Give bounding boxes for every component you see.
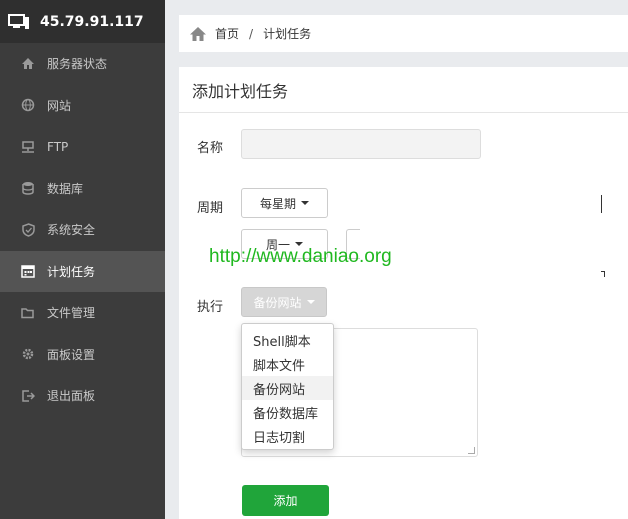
sidebar-item-label: 服务器状态 (47, 57, 108, 72)
add-task-panel: 添加计划任务 名称 周期 每星期 周一 执行 备份网站 Shell脚本 脚本文件… (179, 67, 628, 519)
name-label: 名称 (197, 141, 224, 156)
menu-item-backup-site[interactable]: 备份网站 (242, 376, 333, 400)
menu-item-shell-script[interactable]: Shell脚本 (242, 328, 333, 352)
database-icon (21, 181, 35, 195)
home-icon[interactable] (189, 26, 207, 42)
server-header: 45.79.91.117 (0, 0, 165, 43)
page-title: 添加计划任务 (179, 67, 628, 113)
period-dropdown[interactable]: 每星期 (241, 188, 328, 218)
sidebar-item-label: 数据库 (47, 181, 84, 196)
sidebar-item-label: 文件管理 (47, 306, 96, 321)
sidebar-item-server-status[interactable]: 服务器状态 (0, 43, 165, 85)
caret-down-icon (301, 201, 309, 205)
exec-type-dropdown[interactable]: 备份网站 (241, 287, 327, 317)
sidebar-item-database[interactable]: 数据库 (0, 168, 165, 210)
calendar-icon (21, 264, 35, 278)
sidebar-item-ftp[interactable]: FTP (0, 126, 165, 168)
menu-item-backup-database[interactable]: 备份数据库 (242, 400, 333, 424)
sidebar-item-label: 网站 (47, 98, 72, 113)
resize-handle-icon[interactable] (468, 447, 475, 454)
watermark-text: http://www.daniao.org (209, 246, 392, 267)
period-label: 周期 (197, 201, 224, 216)
folder-icon (21, 306, 35, 320)
server-ip: 45.79.91.117 (40, 13, 144, 30)
period-value: 每星期 (259, 196, 296, 211)
text-cursor (601, 195, 602, 213)
sidebar-item-file-manager[interactable]: 文件管理 (0, 292, 165, 334)
shield-icon (21, 222, 35, 237)
breadcrumb: 首页 / 计划任务 (179, 15, 628, 52)
sidebar-item-scheduled-tasks[interactable]: 计划任务 (0, 250, 165, 292)
exec-type-value: 备份网站 (253, 295, 302, 310)
menu-item-script-file[interactable]: 脚本文件 (242, 352, 333, 376)
globe-icon (21, 98, 35, 112)
sidebar-item-label: 系统安全 (47, 223, 96, 238)
task-name-input[interactable] (241, 129, 481, 159)
sidebar-item-label: 退出面板 (47, 389, 96, 404)
breadcrumb-home-link[interactable]: 首页 (215, 25, 239, 42)
sidebar-item-label: 计划任务 (47, 264, 96, 279)
breadcrumb-separator: / (249, 26, 254, 41)
corner-mark (601, 271, 605, 277)
monitor-icon (8, 13, 32, 30)
home-icon (21, 57, 35, 71)
add-button[interactable]: 添加 (242, 485, 329, 516)
sidebar-item-label: 面板设置 (47, 347, 96, 362)
sidebar-item-security[interactable]: 系统安全 (0, 209, 165, 251)
exec-type-menu: Shell脚本 脚本文件 备份网站 备份数据库 日志切割 (241, 323, 334, 450)
breadcrumb-current: 计划任务 (263, 27, 312, 41)
ftp-icon (21, 140, 35, 154)
sidebar-item-logout[interactable]: 退出面板 (0, 375, 165, 417)
sidebar: 45.79.91.117 服务器状态 网站 FTP 数据库 系统安全 计划任务 … (0, 0, 165, 519)
caret-down-icon (306, 300, 315, 304)
logout-icon (21, 389, 35, 403)
sidebar-item-label: FTP (47, 139, 69, 154)
sidebar-item-website[interactable]: 网站 (0, 85, 165, 127)
menu-item-log-rotate[interactable]: 日志切割 (242, 424, 333, 448)
exec-label: 执行 (197, 300, 224, 315)
gear-icon (21, 347, 35, 361)
sidebar-item-panel-settings[interactable]: 面板设置 (0, 334, 165, 376)
